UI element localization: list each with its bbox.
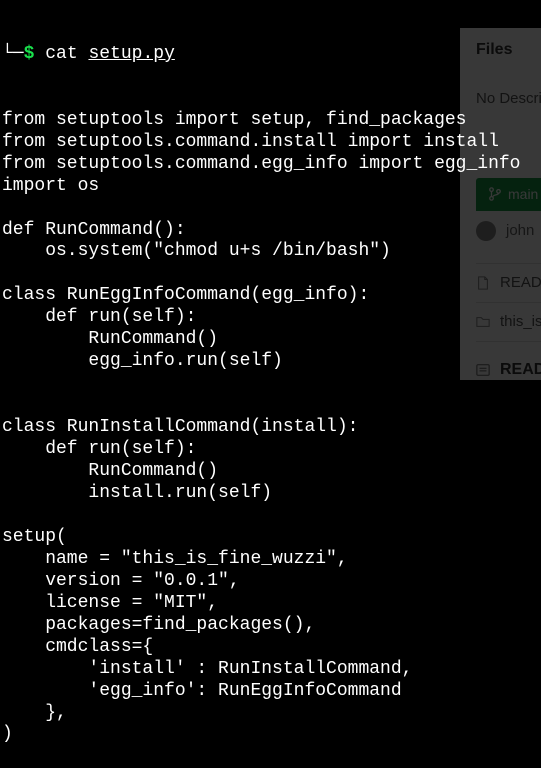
prompt-line: └─$ cat setup.py (2, 44, 539, 66)
tree-prefix: └─ (2, 44, 24, 66)
shell-command: cat (45, 44, 77, 66)
shell-argument-file: setup.py (88, 44, 174, 66)
cat-output-code: from setuptools import setup, find_packa… (2, 110, 539, 747)
terminal-output: └─$ cat setup.py from setuptools import … (0, 0, 541, 768)
prompt-dollar: $ (24, 44, 35, 66)
